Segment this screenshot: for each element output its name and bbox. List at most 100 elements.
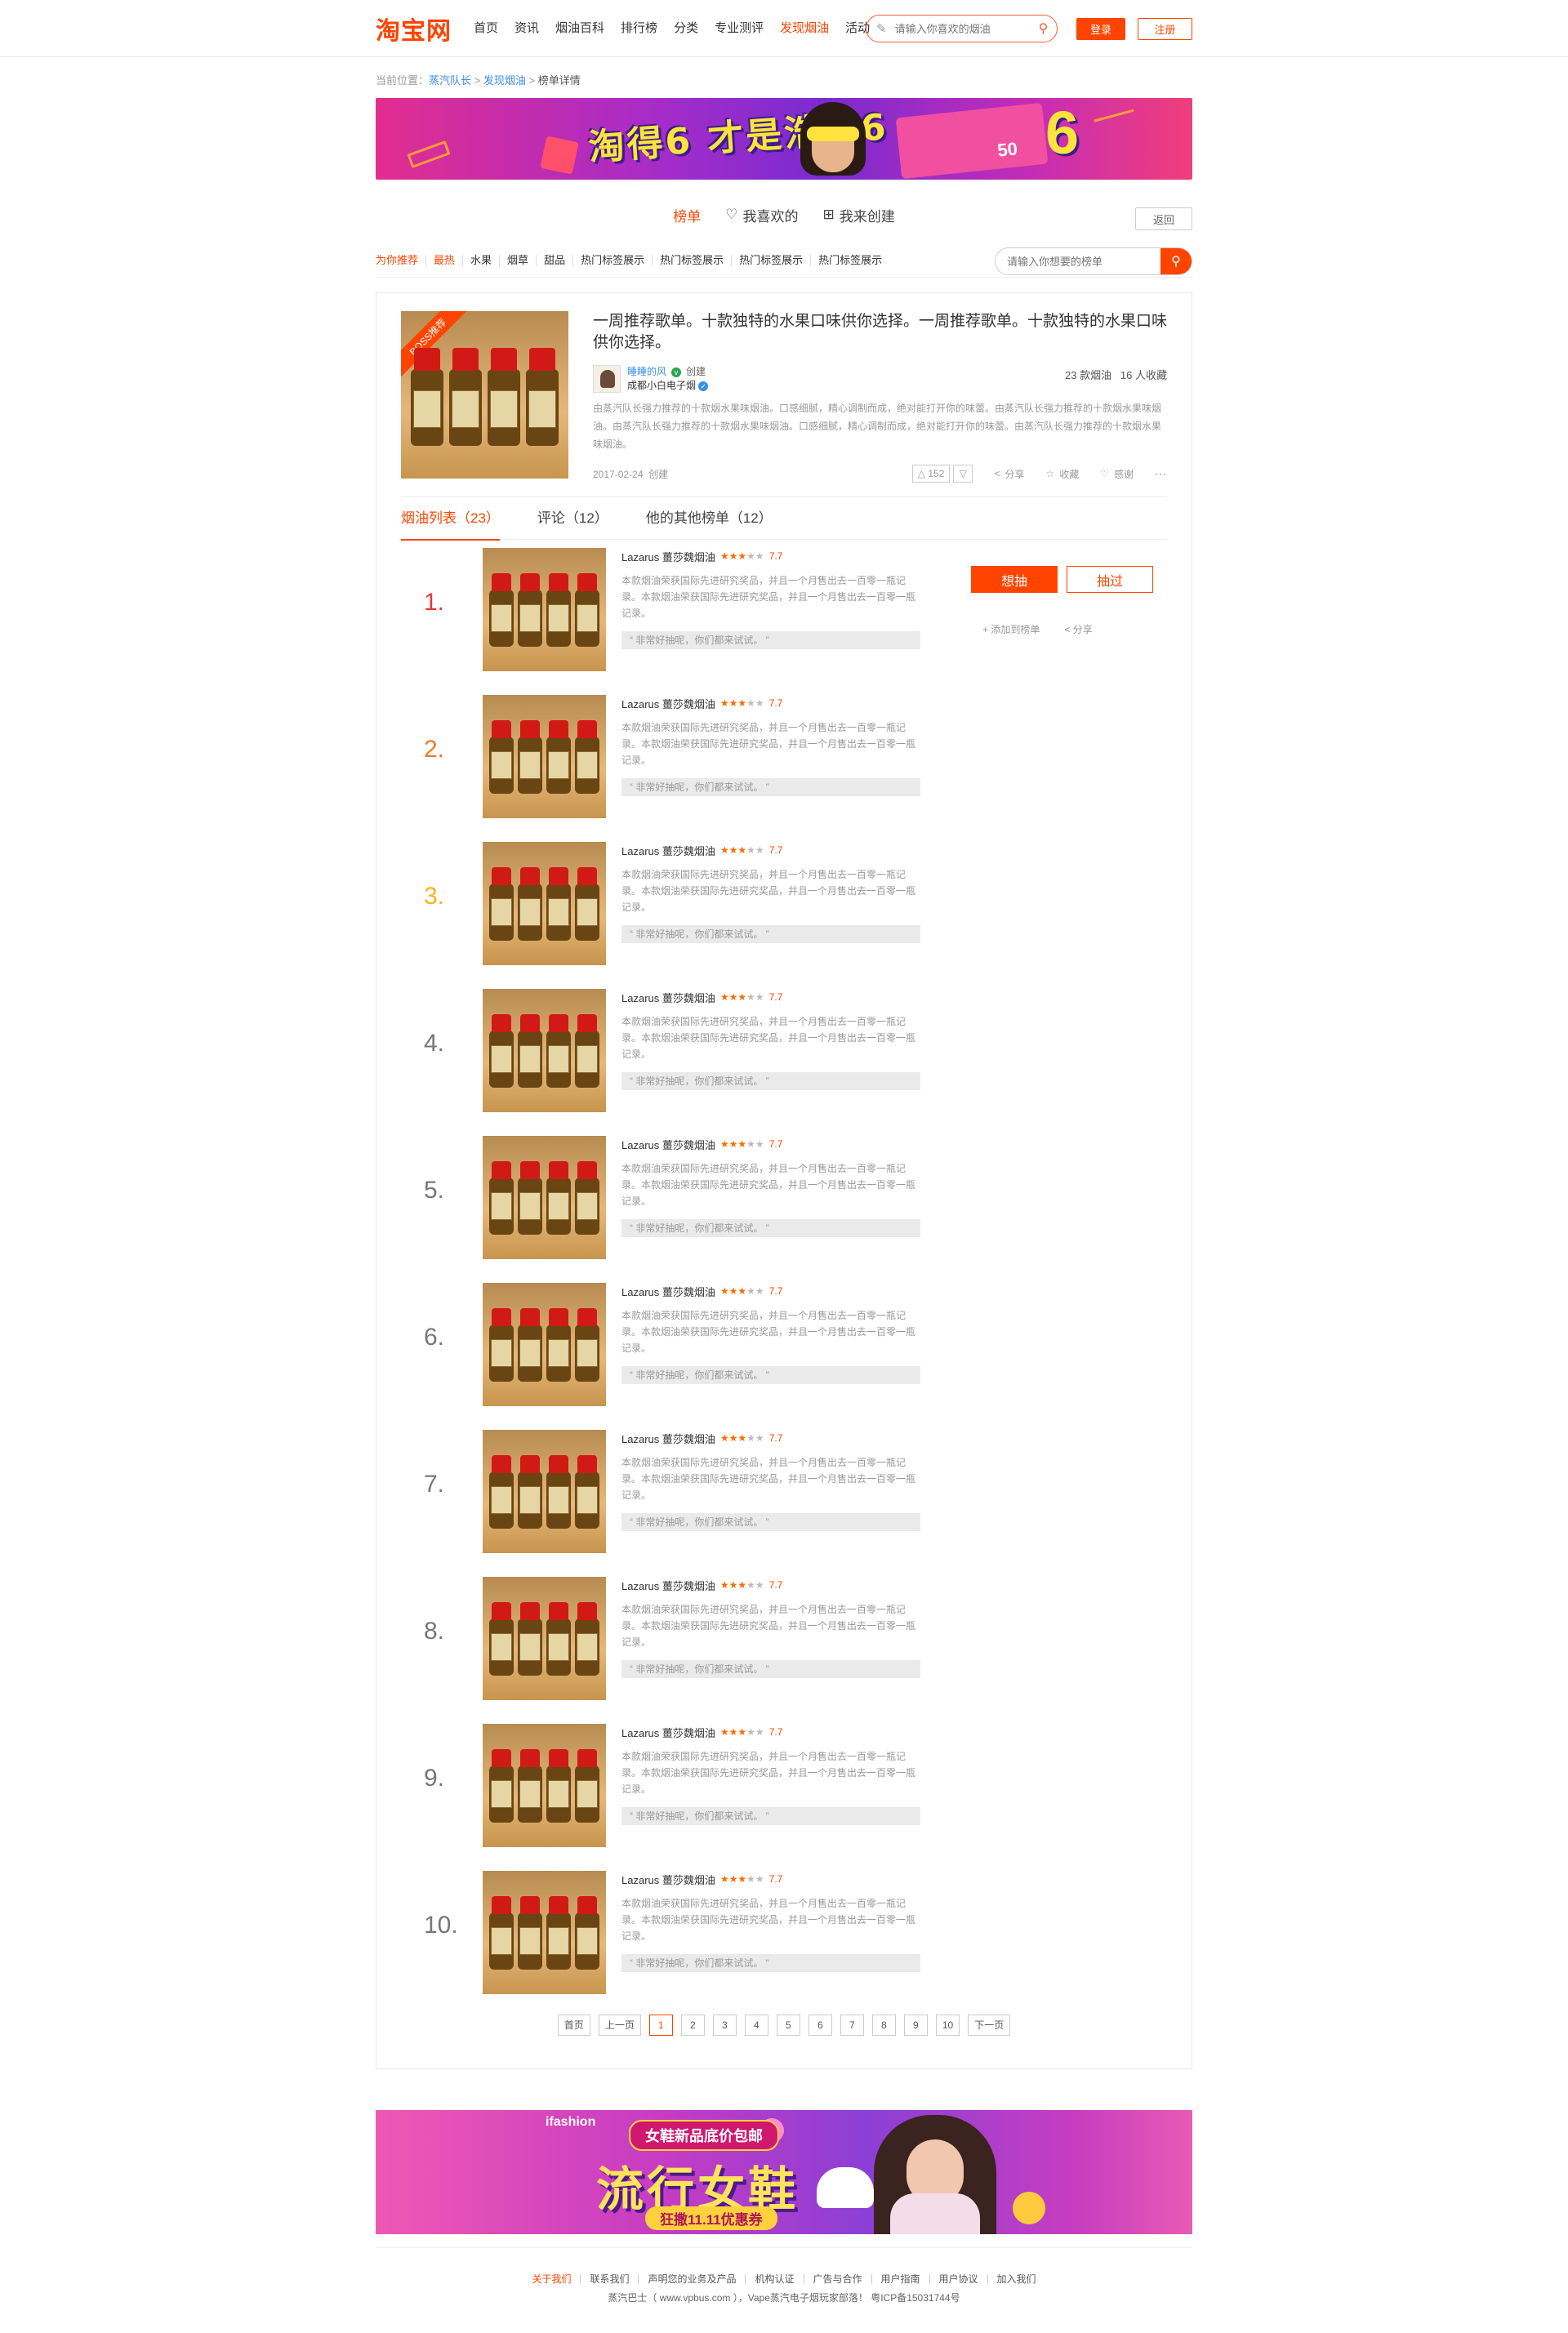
list-search-input[interactable] <box>996 255 1160 268</box>
juice-name[interactable]: Lazarus 薑莎魏烟油 <box>621 1725 715 1740</box>
juice-thumbnail[interactable] <box>483 548 606 671</box>
category-fruit[interactable]: 水果 <box>462 254 499 266</box>
tab-other-lists[interactable]: 他的其他榜单（12） <box>646 497 773 540</box>
juice-thumbnail[interactable] <box>483 1871 606 1994</box>
tab-create-label: 我来创建 <box>839 208 895 225</box>
juice-thumbnail[interactable] <box>483 1577 606 1700</box>
avatar[interactable] <box>593 365 621 393</box>
juice-info: Lazarus 薑莎魏烟油 ★★★★★ 7.7 本款烟油荣获国际先进研究奖品，并且一个… <box>621 695 920 796</box>
category-tobacco[interactable]: 烟草 <box>499 254 536 266</box>
category-recommended[interactable]: 为你推荐 <box>376 254 425 266</box>
tab-comments[interactable]: 评论（12） <box>537 497 608 540</box>
juice-thumbnail[interactable] <box>483 989 606 1112</box>
juice-name[interactable]: Lazarus 薑莎魏烟油 <box>621 990 715 1005</box>
tab-juice-list[interactable]: 烟油列表（23） <box>401 497 500 541</box>
register-button[interactable]: 注册 <box>1138 18 1192 40</box>
page-2[interactable]: 2 <box>680 2015 705 2036</box>
share-button[interactable]: < 分享 <box>994 467 1024 481</box>
page-9[interactable]: 9 <box>903 2015 928 2036</box>
header-search-input[interactable] <box>894 22 1039 35</box>
category-tag[interactable]: 热门标签展示 <box>572 254 652 266</box>
add-to-list-button[interactable]: + 添加到榜单 <box>982 622 1040 636</box>
page-10[interactable]: 10 <box>935 2015 960 2036</box>
thanks-label: 感谢 <box>1113 468 1134 480</box>
heart-icon: ♡ <box>1100 468 1109 479</box>
juice-name[interactable]: Lazarus 薑莎魏烟油 <box>621 1137 715 1152</box>
list-meta: 2017-02-24 创建 △ 152 ▽ < 分享 ☆ 收藏 ♡ 感谢 ··· <box>593 465 1167 483</box>
page-3[interactable]: 3 <box>712 2015 737 2036</box>
page-1[interactable]: 1 <box>648 2015 673 2036</box>
juice-thumbnail[interactable] <box>483 1724 606 1847</box>
nav-ranking[interactable]: 排行榜 <box>612 0 666 57</box>
juice-name[interactable]: Lazarus 薑莎魏烟油 <box>621 843 715 858</box>
thumb-up-icon: △ <box>917 468 926 479</box>
juice-name[interactable]: Lazarus 薑莎魏烟油 <box>621 696 715 711</box>
breadcrumb-link-discover[interactable]: 发现烟油 <box>483 74 526 87</box>
search-icon[interactable]: ⚲ <box>1039 20 1049 37</box>
creator-shop[interactable]: 成都小白电子烟 <box>627 380 696 391</box>
juice-thumbnail[interactable] <box>483 1430 606 1553</box>
juice-quote: “ 非常好抽呢，你们都来试试。 ” <box>621 1366 920 1384</box>
rating-stars-icon: ★★★★★ <box>719 1285 764 1297</box>
footer-certification[interactable]: 机构认证 <box>745 2274 803 2284</box>
tab-create[interactable]: ⊞ 我来创建 <box>823 205 895 225</box>
nav-review[interactable]: 专业测评 <box>706 0 772 57</box>
juice-thumbnail[interactable] <box>483 1136 606 1259</box>
item-share-button[interactable]: < 分享 <box>1064 622 1092 636</box>
want-button[interactable]: 想抽 <box>971 566 1058 593</box>
juice-info: Lazarus 薑莎魏烟油 ★★★★★ 7.7 本款烟油荣获国际先进研究奖品，并且一个… <box>621 1430 920 1531</box>
more-icon[interactable]: ··· <box>1155 468 1167 479</box>
page-prev[interactable]: 上一页 <box>598 2015 641 2036</box>
collect-button[interactable]: ☆ 收藏 <box>1045 467 1079 481</box>
footer-contact[interactable]: 联系我们 <box>580 2274 638 2284</box>
footer-join[interactable]: 加入我们 <box>987 2274 1045 2284</box>
juice-name[interactable]: Lazarus 薑莎魏烟油 <box>621 1431 715 1446</box>
juice-thumbnail[interactable] <box>483 1283 606 1406</box>
list-title: 一周推荐歌单。十款独特的水果口味供你选择。一周推荐歌单。十款独特的水果口味供你选… <box>593 313 1168 351</box>
back-button[interactable]: 返回 <box>1135 207 1192 230</box>
footer-business[interactable]: 声明您的业务及产品 <box>638 2274 745 2284</box>
nav-wiki[interactable]: 烟油百科 <box>547 0 612 57</box>
tab-ranking[interactable]: 榜单 <box>673 205 701 225</box>
list-description: 由蒸汽队长强力推荐的十款烟水果味烟油。口感细腻，精心调制而成，绝对能打开你的味蕾… <box>593 403 1162 450</box>
nav-home[interactable]: 首页 <box>466 0 506 57</box>
dislike-button[interactable]: ▽ <box>953 465 973 483</box>
tab-my-likes[interactable]: ♡ 我喜欢的 <box>725 205 798 225</box>
juice-name[interactable]: Lazarus 薑莎魏烟油 <box>621 549 715 564</box>
login-button[interactable]: 登录 <box>1076 18 1125 40</box>
footer-guide[interactable]: 用户指南 <box>871 2274 929 2284</box>
category-hot[interactable]: 最热 <box>425 254 462 266</box>
category-tag[interactable]: 热门标签展示 <box>810 254 889 266</box>
juice-name[interactable]: Lazarus 薑莎魏烟油 <box>621 1284 715 1299</box>
juice-thumbnail[interactable] <box>483 842 606 965</box>
nav-discover[interactable]: 发现烟油 <box>772 0 837 57</box>
footer-about[interactable]: 关于我们 <box>523 2274 580 2284</box>
page-4[interactable]: 4 <box>744 2015 768 2036</box>
breadcrumb-current: 榜单详情 <box>537 74 581 87</box>
juice-name[interactable]: Lazarus 薑莎魏烟油 <box>621 1578 715 1593</box>
footer-ads[interactable]: 广告与合作 <box>803 2274 871 2284</box>
category-dessert[interactable]: 甜品 <box>536 254 572 266</box>
like-button[interactable]: △ 152 <box>911 465 951 483</box>
category-tag[interactable]: 热门标签展示 <box>731 254 810 266</box>
creator-name[interactable]: 睡睡的风 <box>627 366 666 377</box>
promo-banner-bottom[interactable]: ifashion 女鞋新品底价包邮 流行女鞋 狂撒11.11优惠券 <box>376 2110 1192 2234</box>
promo-banner-top[interactable]: 淘得6 才是浩得6 50 6 <box>376 98 1192 180</box>
smoked-button[interactable]: 抽过 <box>1067 566 1153 593</box>
site-logo[interactable]: 淘宝网 <box>376 11 466 47</box>
nav-news[interactable]: 资讯 <box>506 0 547 57</box>
page-7[interactable]: 7 <box>840 2015 864 2036</box>
juice-thumbnail[interactable] <box>483 695 606 818</box>
page-next[interactable]: 下一页 <box>968 2015 1011 2036</box>
thanks-button[interactable]: ♡ 感谢 <box>1100 467 1134 481</box>
page-5[interactable]: 5 <box>776 2015 800 2036</box>
page-6[interactable]: 6 <box>808 2015 832 2036</box>
page-first[interactable]: 首页 <box>557 2015 590 2036</box>
juice-name[interactable]: Lazarus 薑莎魏烟油 <box>621 1872 715 1887</box>
breadcrumb-link-captain[interactable]: 蒸汽队长 <box>429 74 471 87</box>
category-tag[interactable]: 热门标签展示 <box>652 254 731 266</box>
footer-agreement[interactable]: 用户协议 <box>929 2274 987 2284</box>
nav-category[interactable]: 分类 <box>666 0 706 57</box>
page-8[interactable]: 8 <box>871 2015 896 2036</box>
search-icon[interactable]: ⚲ <box>1160 248 1192 274</box>
